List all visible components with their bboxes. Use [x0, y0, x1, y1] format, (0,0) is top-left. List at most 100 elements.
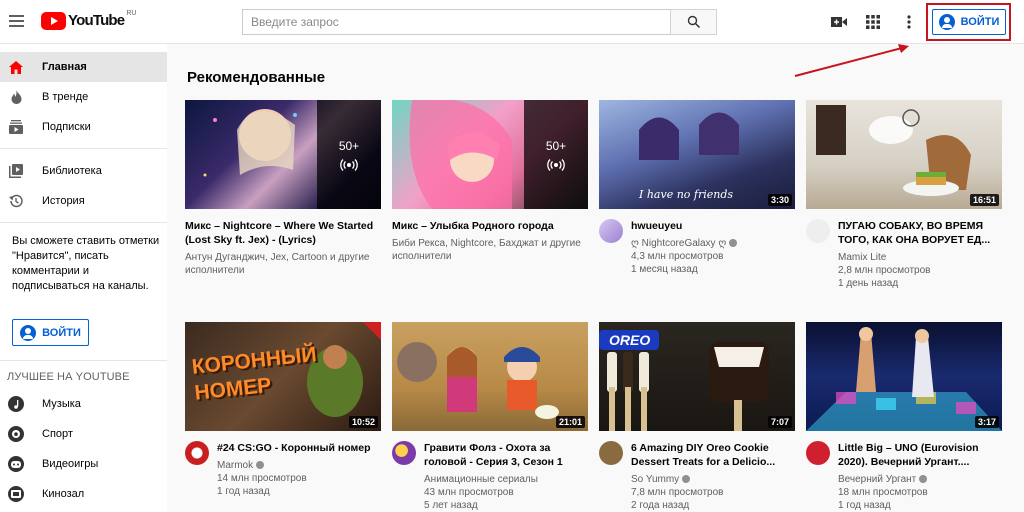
video-duration: 7:07 [767, 416, 792, 428]
fire-icon [8, 89, 24, 105]
sidebar-item-label: Главная [42, 61, 87, 73]
channel-avatar[interactable] [806, 219, 830, 243]
channel-avatar[interactable] [806, 441, 830, 465]
video-card[interactable]: 16:51 ПУГАЮ СОБАКУ, ВО ВРЕМЯ ТОГО, КАК О… [806, 100, 1002, 290]
more-vert-icon[interactable] [899, 12, 919, 32]
video-title[interactable]: ПУГАЮ СОБАКУ, ВО ВРЕМЯ ТОГО, КАК ОНА ВОР… [838, 219, 1002, 247]
search-input[interactable] [242, 9, 670, 35]
video-title[interactable]: Микс – Улыбка Родного города [392, 219, 588, 233]
sidebar-item-label: Видеоигры [42, 458, 99, 470]
video-card[interactable]: 50+ Микс – Nightcore – Where We Started … [185, 100, 381, 277]
video-thumbnail[interactable]: 3:17 [806, 322, 1002, 431]
video-title[interactable]: 6 Amazing DIY Oreo Cookie Dessert Treats… [631, 441, 795, 469]
sidebar-item-trending[interactable]: В тренде [0, 82, 167, 112]
sidebar-item-label: История [42, 195, 85, 207]
sidebar-item-home[interactable]: Главная [0, 52, 167, 82]
video-channel[interactable]: Mamix Lite [838, 251, 1002, 264]
video-title[interactable]: Little Big – UNO (Eurovision 2020). Вече… [838, 441, 1002, 469]
video-age: 1 день назад [838, 278, 899, 289]
best-of-youtube-heading: ЛУЧШЕЕ НА YOUTUBE [7, 371, 130, 383]
video-channel[interactable]: Антун Дуганджич, Jex, Cartoon и другие и… [185, 251, 381, 277]
video-age: 2 года назад [631, 500, 690, 511]
thumbnail-caption: I have no friends [639, 188, 734, 201]
signin-prompt-text: Вы сможете ставить отметки "Нравится", п… [12, 235, 160, 292]
video-thumbnail[interactable]: 50+ [185, 100, 381, 209]
channel-avatar[interactable] [392, 441, 416, 465]
sidebar-item-movies[interactable]: Кинозал [0, 479, 167, 509]
verified-icon [729, 239, 738, 248]
video-card[interactable]: 50+ Микс – Улыбка Родного города Биби Ре… [392, 100, 588, 263]
video-views: 14 млн просмотров [217, 473, 307, 484]
video-thumbnail[interactable]: 50+ [392, 100, 588, 209]
video-age: 5 лет назад [424, 500, 478, 511]
search-box [242, 9, 717, 35]
movies-icon [8, 486, 24, 502]
apps-grid-icon[interactable] [863, 12, 883, 32]
video-views: 18 млн просмотров [838, 487, 928, 498]
video-age: 1 год назад [838, 500, 891, 511]
verified-icon [256, 461, 265, 470]
video-thumbnail[interactable]: OREO 7:07 [599, 322, 795, 431]
channel-avatar[interactable] [599, 219, 623, 243]
video-channel[interactable]: Вечерний Ургант [838, 474, 916, 485]
video-thumbnail[interactable]: 21:01 [392, 322, 588, 431]
sidebar-item-label: Подписки [42, 121, 91, 133]
video-card[interactable]: OREO 7:07 6 Amazing DIY Oreo Cookie Dess… [599, 322, 795, 512]
thumbnail-caption: OREO [609, 332, 651, 348]
channel-avatar[interactable] [185, 441, 209, 465]
signin-label: ВОЙТИ [42, 326, 81, 339]
gaming-icon [8, 456, 24, 472]
account-circle-icon [20, 324, 37, 341]
mix-overlay: 50+ [524, 100, 588, 209]
broadcast-icon [547, 158, 565, 171]
sidebar-item-music[interactable]: Музыка [0, 389, 167, 419]
video-duration: 3:17 [974, 416, 999, 428]
video-duration: 3:30 [767, 194, 792, 206]
sidebar-item-subscriptions[interactable]: Подписки [0, 112, 167, 142]
history-icon [8, 193, 24, 209]
video-channel[interactable]: Анимационные сериалы [424, 473, 588, 486]
sidebar-item-library[interactable]: Библиотека [0, 156, 167, 186]
video-duration: 21:01 [555, 416, 585, 428]
youtube-logo[interactable]: YouTube RU [41, 10, 136, 30]
video-thumbnail[interactable]: I have no friends 3:30 [599, 100, 795, 209]
video-duration: 16:51 [969, 194, 999, 206]
sidebar-item-label: Спорт [42, 428, 73, 440]
video-card[interactable]: I have no friends 3:30 hwueuyeu ღ Nightc… [599, 100, 795, 276]
video-title[interactable]: #24 CS:GO - Коронный номер [217, 441, 371, 455]
library-icon [8, 163, 24, 179]
signin-button[interactable]: ВОЙТИ [932, 9, 1006, 35]
video-channel[interactable]: Marmok [217, 460, 253, 471]
sidebar-item-history[interactable]: История [0, 186, 167, 216]
sidebar-item-sport[interactable]: Спорт [0, 419, 167, 449]
video-card[interactable]: КОРОННЫЙ НОМЕР 10:52 #24 CS:GO - Коронны… [185, 322, 381, 498]
logo-text: YouTube [68, 12, 125, 29]
sidebar-item-gaming[interactable]: Видеоигры [0, 449, 167, 479]
sidebar-divider [0, 148, 167, 149]
video-age: 1 год назад [217, 486, 270, 497]
main-content: Рекомендованные 50+ Микс – Nightcore – W… [167, 44, 1024, 512]
section-title: Рекомендованные [187, 69, 326, 86]
video-channel[interactable]: So Yummy [631, 474, 679, 485]
video-title[interactable]: hwueuyeu [631, 219, 737, 233]
broadcast-icon [340, 158, 358, 171]
video-card[interactable]: 3:17 Little Big – UNO (Eurovision 2020).… [806, 322, 1002, 512]
search-icon [687, 15, 700, 29]
create-video-icon[interactable] [829, 12, 849, 32]
video-title[interactable]: Микс – Nightcore – Where We Started (Los… [185, 219, 381, 247]
annotation-arrow [794, 44, 909, 77]
search-button[interactable] [670, 9, 717, 35]
video-thumbnail[interactable]: КОРОННЫЙ НОМЕР 10:52 [185, 322, 381, 431]
channel-avatar[interactable] [599, 441, 623, 465]
sidebar-signin-button[interactable]: ВОЙТИ [12, 319, 89, 346]
video-card[interactable]: 21:01 Гравити Фолз - Охота за головой - … [392, 322, 588, 512]
video-views: 7,8 млн просмотров [631, 487, 724, 498]
video-thumbnail[interactable]: 16:51 [806, 100, 1002, 209]
sport-icon [8, 426, 24, 442]
video-channel[interactable]: ღ NightcoreGalaxy ღ [631, 238, 726, 249]
sidebar-item-label: Кинозал [42, 488, 85, 500]
video-title[interactable]: Гравити Фолз - Охота за головой - Серия … [424, 441, 588, 469]
mix-count: 50+ [338, 138, 360, 153]
menu-icon[interactable] [9, 15, 24, 27]
video-channel[interactable]: Биби Рекса, Nightcore, Бахджат и другие … [392, 237, 588, 263]
